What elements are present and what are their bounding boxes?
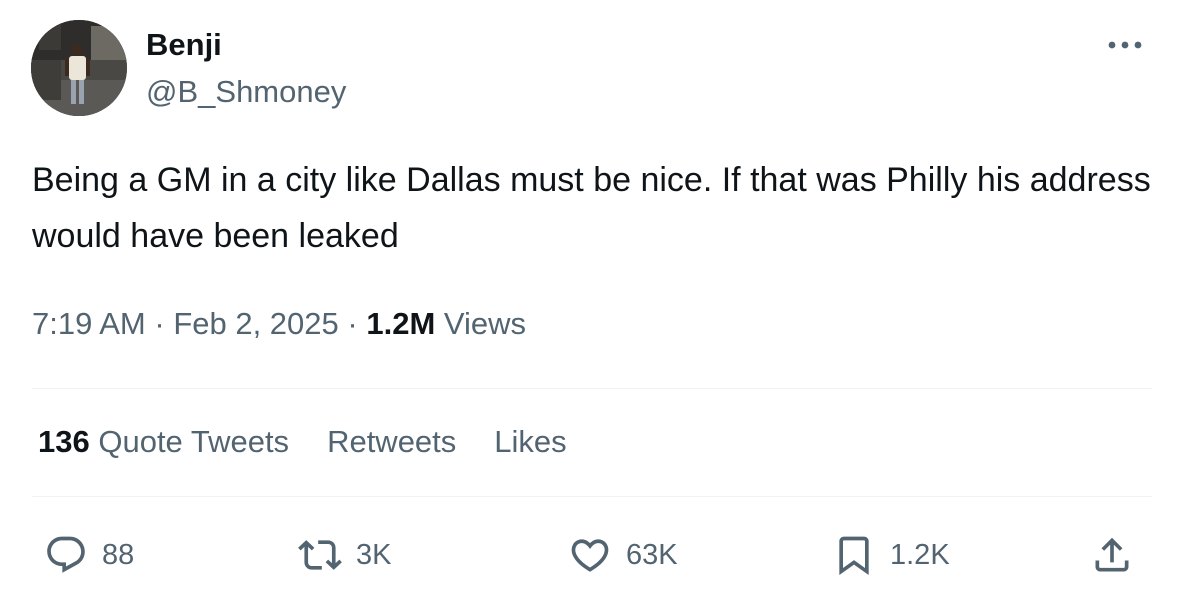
tweet-time[interactable]: 7:19 AM [32, 306, 146, 341]
views-label: Views [435, 306, 527, 341]
like-count: 63K [626, 539, 678, 571]
tweet-meta: 7:19 AM · Feb 2, 2025 · 1.2M Views [32, 302, 526, 346]
bookmark-button[interactable]: 1.2K [832, 532, 950, 578]
heart-icon [571, 539, 609, 572]
reply-icon [47, 536, 85, 573]
share-icon [1095, 537, 1129, 572]
retweet-icon [298, 540, 342, 570]
engagement-stats: 136 Quote Tweets Retweets Likes [38, 420, 567, 464]
more-options-button[interactable] [1104, 30, 1148, 60]
bookmark-icon [839, 536, 869, 576]
retweet-count: 3K [356, 539, 392, 571]
meta-separator: · [145, 306, 174, 341]
quote-tweets-label: Quote Tweets [89, 424, 290, 459]
bookmark-count: 1.2K [890, 539, 950, 571]
views-count: 1.2M [366, 306, 436, 341]
tweet-text: Being a GM in a city like Dallas must be… [32, 161, 1161, 255]
author-display-name[interactable]: Benji [146, 25, 222, 65]
retweet-button[interactable]: 3K [298, 532, 391, 578]
like-button[interactable]: 63K [568, 532, 678, 578]
divider [32, 496, 1152, 497]
author-handle[interactable]: @B_Shmoney [146, 72, 346, 112]
meta-separator: · [338, 306, 367, 341]
divider [32, 388, 1152, 389]
profile-photo-icon [31, 20, 127, 116]
share-button[interactable] [1090, 532, 1134, 578]
tweet-date[interactable]: Feb 2, 2025 [173, 306, 338, 341]
retweets-link[interactable]: Retweets [327, 424, 456, 459]
avatar[interactable] [31, 20, 127, 116]
quote-tweets-link[interactable]: 136 Quote Tweets [38, 424, 289, 459]
quote-tweets-count: 136 [38, 424, 90, 459]
tweet-card: Benji @B_Shmoney Being a GM in a city li… [0, 0, 1182, 604]
reply-button[interactable]: 88 [44, 532, 134, 578]
reply-count: 88 [102, 539, 135, 571]
more-icon [1108, 41, 1142, 49]
likes-link[interactable]: Likes [494, 424, 566, 459]
